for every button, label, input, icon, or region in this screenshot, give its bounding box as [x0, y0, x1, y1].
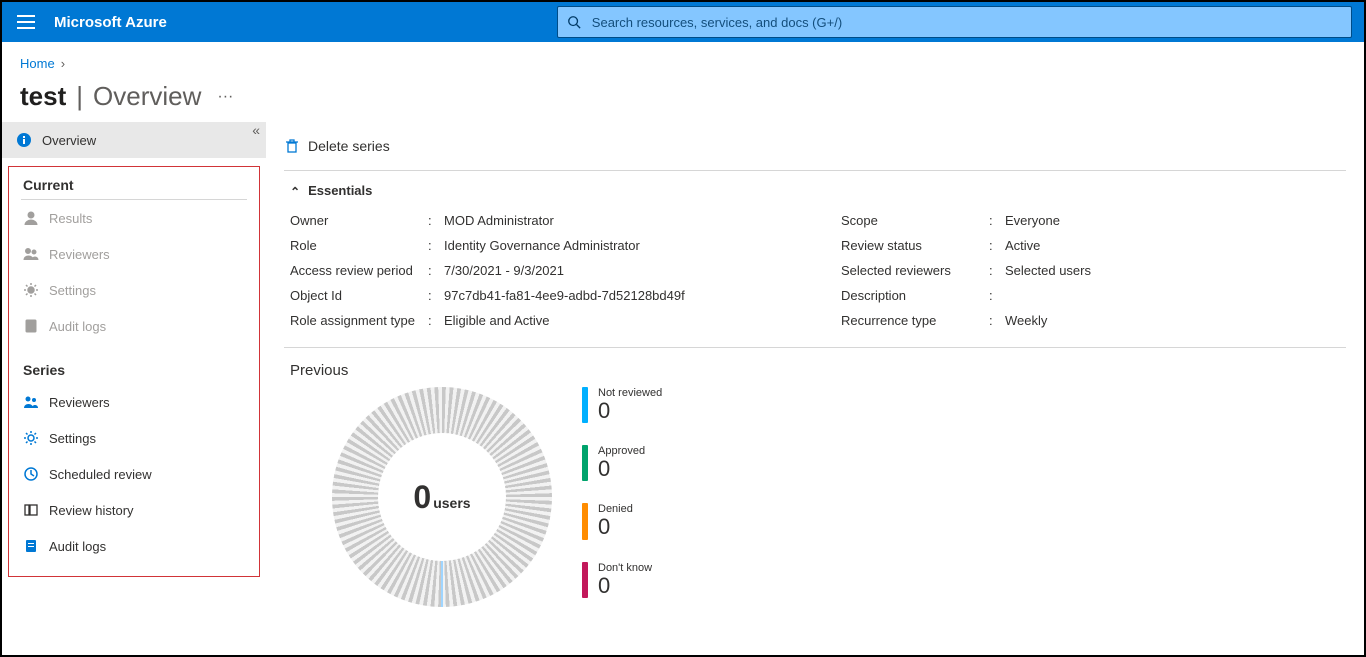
sidebar-item-settings-current[interactable]: Settings — [9, 272, 259, 308]
breadcrumb-home[interactable]: Home — [20, 56, 55, 71]
kv-key-scope: Scope — [841, 213, 981, 228]
donut-chart: 0 users — [332, 387, 552, 607]
chevron-up-icon: ⌄ — [290, 184, 300, 198]
sidebar-header-current: Current — [9, 167, 259, 199]
info-icon — [16, 132, 32, 148]
sidebar-header-series: Series — [9, 344, 259, 384]
kv-val-objectid: 97c7db41-fa81-4ee9-adbd-7d52128bd49f — [444, 288, 789, 303]
people-icon — [23, 246, 39, 262]
previous-heading: Previous — [284, 348, 1346, 385]
topbar: Microsoft Azure — [2, 2, 1364, 42]
brand-label: Microsoft Azure — [50, 14, 187, 31]
legend-value: 0 — [598, 574, 652, 598]
donut-unit: users — [433, 495, 470, 511]
kv-key-owner: Owner — [290, 213, 420, 228]
sidebar-item-label: Overview — [42, 133, 96, 148]
kv-val-reviewers: Selected users — [1005, 263, 1340, 278]
search-input[interactable] — [557, 6, 1352, 38]
history-icon — [23, 502, 39, 518]
donut-legend: Not reviewed 0 Approved 0 Denied 0 — [582, 387, 662, 598]
sidebar-item-review-history[interactable]: Review history — [9, 492, 259, 528]
global-search[interactable] — [557, 6, 1352, 38]
kv-val-role: Identity Governance Administrator — [444, 238, 789, 253]
sidebar-item-auditlogs-current[interactable]: Audit logs — [9, 308, 259, 344]
kv-key-description: Description — [841, 288, 981, 303]
main-content: Delete series ⌄ Essentials Owner:MOD Adm… — [266, 122, 1364, 635]
more-menu[interactable]: ··· — [211, 88, 233, 106]
chevron-right-icon: › — [61, 56, 65, 71]
kv-key-recurrence: Recurrence type — [841, 313, 981, 328]
essentials-toggle[interactable]: ⌄ Essentials — [284, 171, 1346, 208]
delete-series-button[interactable]: Delete series — [284, 138, 390, 154]
sidebar-item-label: Scheduled review — [49, 467, 152, 482]
kv-key-objectid: Object Id — [290, 288, 420, 303]
essentials-panel: Owner:MOD Administrator Role:Identity Go… — [284, 208, 1346, 348]
kv-key-status: Review status — [841, 238, 981, 253]
sidebar-item-settings-series[interactable]: Settings — [9, 420, 259, 456]
person-icon — [23, 210, 39, 226]
people-icon — [23, 394, 39, 410]
legend-value: 0 — [598, 399, 662, 423]
kv-key-role: Role — [290, 238, 420, 253]
kv-val-ratype: Eligible and Active — [444, 313, 789, 328]
collapse-sidebar-button[interactable]: « — [252, 122, 260, 138]
page-header: Home › test | Overview ··· — [2, 42, 1364, 122]
kv-val-owner: MOD Administrator — [444, 213, 789, 228]
sidebar-item-overview[interactable]: Overview — [2, 122, 266, 158]
log-icon — [23, 318, 39, 334]
hamburger-icon — [17, 13, 35, 31]
sidebar-item-label: Audit logs — [49, 539, 106, 554]
kv-val-status: Active — [1005, 238, 1340, 253]
sidebar: « Overview Current Results Reviewers — [2, 122, 266, 635]
gear-icon — [23, 430, 39, 446]
sidebar-item-label: Reviewers — [49, 247, 110, 262]
legend-item-denied: Denied 0 — [582, 503, 662, 539]
kv-val-scope: Everyone — [1005, 213, 1340, 228]
legend-label: Don't know — [598, 562, 652, 574]
legend-value: 0 — [598, 515, 633, 539]
log-icon — [23, 538, 39, 554]
breadcrumb: Home › — [20, 56, 1348, 71]
kv-val-recurrence: Weekly — [1005, 313, 1340, 328]
legend-swatch — [582, 387, 588, 423]
kv-key-period: Access review period — [290, 263, 420, 278]
toolbar: Delete series — [284, 122, 1346, 166]
hamburger-button[interactable] — [2, 2, 50, 42]
clock-icon — [23, 466, 39, 482]
search-icon — [567, 15, 581, 29]
sidebar-item-label: Reviewers — [49, 395, 110, 410]
sidebar-item-results[interactable]: Results — [9, 200, 259, 236]
legend-swatch — [582, 562, 588, 598]
page-title-name: test — [20, 81, 66, 112]
donut-value: 0 — [413, 479, 431, 516]
sidebar-item-label: Audit logs — [49, 319, 106, 334]
legend-item-dont-know: Don't know 0 — [582, 562, 662, 598]
sidebar-item-scheduled-review[interactable]: Scheduled review — [9, 456, 259, 492]
sidebar-item-reviewers-series[interactable]: Reviewers — [9, 384, 259, 420]
kv-val-description — [1005, 288, 1340, 303]
gear-icon — [23, 282, 39, 298]
legend-swatch — [582, 445, 588, 481]
sidebar-item-auditlogs-series[interactable]: Audit logs — [9, 528, 259, 564]
essentials-label: Essentials — [308, 183, 372, 198]
toolbar-delete-label: Delete series — [308, 138, 390, 154]
sidebar-item-label: Review history — [49, 503, 134, 518]
trash-icon — [284, 138, 300, 154]
legend-value: 0 — [598, 457, 645, 481]
kv-key-ratype: Role assignment type — [290, 313, 420, 328]
chart-area: 0 users Not reviewed 0 Approved — [284, 385, 1346, 607]
highlighted-nav-box: Current Results Reviewers Settings — [8, 166, 260, 577]
sidebar-item-label: Results — [49, 211, 92, 226]
sidebar-item-label: Settings — [49, 431, 96, 446]
sidebar-item-label: Settings — [49, 283, 96, 298]
kv-key-reviewers: Selected reviewers — [841, 263, 981, 278]
kv-val-period: 7/30/2021 - 9/3/2021 — [444, 263, 789, 278]
page-title-section: Overview — [93, 81, 201, 112]
legend-item-approved: Approved 0 — [582, 445, 662, 481]
sidebar-item-reviewers-current[interactable]: Reviewers — [9, 236, 259, 272]
legend-item-not-reviewed: Not reviewed 0 — [582, 387, 662, 423]
legend-swatch — [582, 503, 588, 539]
